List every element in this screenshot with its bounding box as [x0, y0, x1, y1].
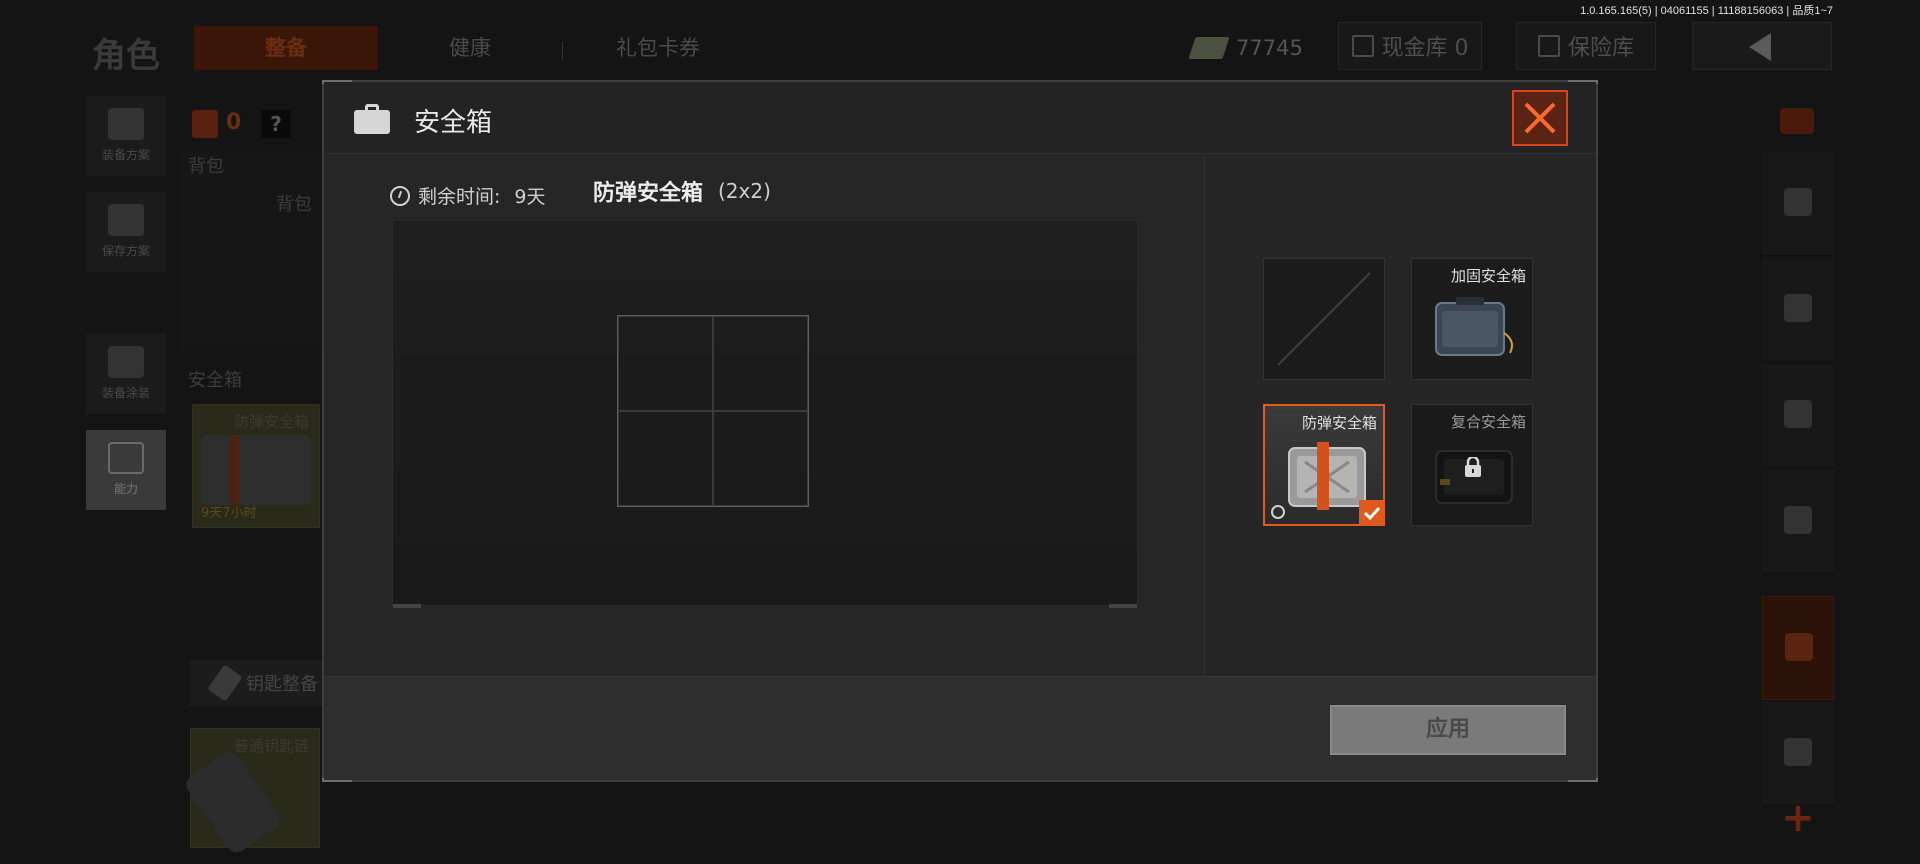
storage-slot[interactable]	[618, 316, 713, 411]
case-card-name: 防弹安全箱	[1301, 414, 1377, 432]
modal-footer: 应用	[324, 676, 1596, 780]
money-icon	[1188, 37, 1230, 59]
equipped-safebox-time: 9天7小时	[201, 506, 257, 521]
right-rail	[1762, 96, 1834, 846]
clock-icon	[390, 185, 410, 206]
timer-value: 9天	[514, 186, 546, 208]
bulletproof-case-icon	[1288, 442, 1366, 510]
backpack-header: 背包	[188, 156, 224, 177]
case-card-empty[interactable]	[1263, 258, 1385, 380]
apply-button[interactable]: 应用	[1330, 705, 1566, 755]
storage-grid-area	[392, 220, 1138, 608]
keychain-name: 普通钥匙链	[233, 737, 309, 755]
sidebar-item-loadout-plan[interactable]: 装备方案	[86, 96, 166, 176]
backpack-label: 背包	[276, 194, 312, 215]
stack-icon[interactable]	[1780, 108, 1814, 134]
modal-title: 安全箱	[414, 108, 493, 138]
home-icon	[1784, 188, 1812, 216]
check-badge	[1359, 500, 1385, 526]
backpack-panel	[180, 150, 326, 350]
tab-health[interactable]: 健康	[380, 26, 560, 70]
rail-rifle[interactable]	[1762, 364, 1834, 468]
sidebar-item-label: 保存方案	[101, 244, 150, 258]
reinforced-case-icon	[1435, 297, 1513, 356]
magazine-icon	[1784, 506, 1812, 534]
close-icon	[1524, 102, 1556, 134]
sidebar-item-label: 装备方案	[101, 148, 150, 162]
checkmark-icon	[1363, 506, 1381, 521]
selected-case-size: (2x2)	[718, 179, 771, 203]
insurance-vault-button[interactable]: 保险库	[1516, 22, 1656, 70]
vault-icon	[1351, 35, 1374, 57]
cash-vault-label: 现金库 0	[1381, 36, 1469, 61]
case-card-bulletproof[interactable]: 防弹安全箱	[1263, 404, 1385, 526]
vest-icon	[192, 110, 218, 138]
storage-slot[interactable]	[713, 316, 808, 411]
helmet-icon	[108, 346, 144, 378]
storage-slot[interactable]	[618, 411, 713, 506]
keychain-card[interactable]: 普通钥匙链	[182, 728, 320, 857]
sidebar-item-label: 装备涂装	[101, 386, 150, 400]
backpack-icon	[108, 108, 144, 140]
rail-magazine[interactable]	[1762, 470, 1834, 574]
tab-loadout[interactable]: 整备	[194, 26, 378, 70]
currency-value: 77745	[1236, 36, 1303, 60]
briefcase-icon	[354, 104, 390, 134]
empty-slash-icon	[1277, 272, 1371, 366]
case-card-composite[interactable]: 复合安全箱	[1411, 404, 1533, 526]
storage-slot-grid	[617, 315, 809, 507]
rifle-icon	[1784, 400, 1812, 428]
rail-safebox[interactable]	[1762, 596, 1834, 700]
insurance-icon	[1537, 35, 1560, 57]
version-text: 1.0.165.165(5) | 04061155 | 11188156063 …	[1580, 5, 1833, 17]
sidebar-item-paint[interactable]: 装备涂装	[86, 334, 166, 414]
storage-slot[interactable]	[713, 411, 808, 506]
sidebar-item-save-plan[interactable]: 保存方案	[86, 192, 166, 272]
back-arrow-icon	[1749, 33, 1771, 61]
safebox-icon	[1785, 633, 1813, 661]
tab-divider	[562, 42, 563, 60]
lightning-icon	[108, 442, 144, 474]
back-button[interactable]	[1692, 22, 1832, 70]
timer-label: 剩余时间:	[418, 186, 501, 208]
download-icon	[108, 204, 144, 236]
safebox-modal: 安全箱 剩余时间: 9天 防弹安全箱 (2x2) 加固安全箱 防弹安全箱 复合安…	[322, 80, 1598, 782]
timer-row: 剩余时间: 9天	[390, 182, 546, 209]
equipped-safebox-name: 防弹安全箱	[233, 413, 309, 431]
helmet-icon	[1784, 294, 1812, 322]
lock-icon	[1465, 457, 1481, 477]
key-section-label: 钥匙整备	[246, 674, 318, 695]
timer-icon	[1271, 505, 1285, 519]
add-icon[interactable]: +	[1778, 798, 1818, 838]
safebox-thumbnail	[201, 435, 311, 505]
pouch-icon	[1784, 738, 1812, 766]
currency-display: 77745	[1188, 28, 1303, 68]
vest-count: 0	[226, 110, 242, 135]
role-title: 角色	[92, 36, 160, 76]
modal-header: 安全箱	[324, 82, 1596, 154]
equipped-safebox-card[interactable]: 防弹安全箱 9天7小时	[192, 404, 320, 528]
help-button[interactable]: ?	[262, 110, 290, 138]
keychain-icon	[182, 747, 284, 857]
sidebar-item-label: 能力	[113, 482, 138, 496]
cash-vault-button[interactable]: 现金库 0	[1338, 22, 1482, 70]
tab-gift-vouchers[interactable]: 礼包卡券	[568, 26, 748, 70]
rail-pouch[interactable]	[1762, 702, 1834, 806]
case-card-reinforced[interactable]: 加固安全箱	[1411, 258, 1533, 380]
selected-case-name: 防弹安全箱	[593, 181, 704, 206]
rail-helmet[interactable]	[1762, 258, 1834, 362]
rail-home[interactable]	[1762, 152, 1834, 256]
safebox-header: 安全箱	[188, 370, 242, 391]
insurance-vault-label: 保险库	[1567, 36, 1634, 61]
sidebar-item-ability[interactable]: 能力	[86, 430, 166, 510]
case-card-name: 加固安全箱	[1450, 267, 1526, 285]
case-card-name: 复合安全箱	[1450, 413, 1526, 431]
close-button[interactable]	[1512, 90, 1568, 146]
case-list-pane: 加固安全箱 防弹安全箱 复合安全箱	[1205, 156, 1596, 676]
